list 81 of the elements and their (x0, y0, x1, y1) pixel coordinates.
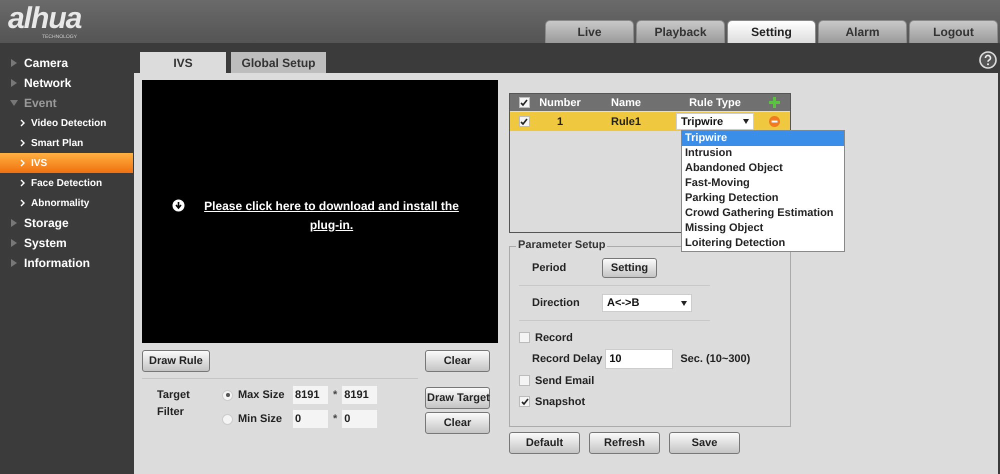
times-sign: * (333, 389, 338, 401)
download-icon (172, 199, 185, 212)
chevron-icon (20, 179, 26, 187)
column-header: Rule Type (688, 96, 742, 108)
period-label: Period (531, 262, 568, 274)
checkbox[interactable] (518, 97, 530, 108)
target-button[interactable]: Draw Target (425, 387, 490, 409)
record-delay-label: Record Delay (531, 353, 602, 365)
table-cell-text: Rule1 (610, 116, 642, 128)
option-label: Min Size (238, 413, 284, 425)
collapsed-triangle-icon (10, 239, 18, 247)
sidebar-subitem[interactable]: Face Detection (0, 173, 133, 193)
record-label: Record (535, 332, 573, 344)
sidebar-item[interactable]: Event (0, 93, 134, 113)
footer-button[interactable]: Default (509, 432, 580, 454)
direction-dropdown[interactable]: A<->B (602, 294, 692, 312)
nav-tab[interactable]: Setting (727, 20, 816, 43)
chevron-icon (20, 119, 26, 127)
collapsed-triangle-icon (10, 259, 18, 267)
help-icon[interactable] (979, 51, 997, 69)
rule-type-dropdown[interactable]: Tripwire (676, 113, 754, 130)
dropdown-option[interactable]: Crowd Gathering Estimation (682, 206, 844, 221)
sidebar-subitem[interactable]: Smart Plan (0, 133, 133, 153)
nav-tab[interactable]: Live (545, 20, 634, 43)
width-field[interactable]: 8191 (293, 386, 328, 404)
tab[interactable]: Global Setup (231, 52, 326, 73)
nav-tab[interactable]: Logout (909, 20, 998, 43)
sidebar-item[interactable]: Network (0, 73, 134, 93)
snapshot-label: Snapshot (535, 396, 586, 408)
checkbox[interactable] (518, 116, 530, 127)
footer-button[interactable]: Refresh (589, 432, 660, 454)
chevron-icon (20, 139, 26, 147)
collapsed-triangle-icon (10, 79, 18, 87)
sidebar-item[interactable]: Camera (0, 53, 134, 73)
sidebar-subitem[interactable]: Video Detection (0, 113, 133, 133)
caret-icon (743, 119, 749, 124)
checkbox[interactable] (519, 396, 530, 407)
target-filter-label: Target Filter (157, 388, 191, 420)
sidebar-subitem[interactable]: Abnormality (0, 193, 133, 213)
dropdown-option[interactable]: Intrusion (682, 146, 844, 161)
direction-label: Direction (531, 297, 581, 309)
expanded-triangle-icon (10, 99, 18, 107)
table-cell-text: 1 (556, 116, 564, 128)
collapsed-triangle-icon (10, 219, 18, 227)
option-label: Max Size (238, 389, 286, 401)
clear-button[interactable]: Clear (425, 350, 490, 372)
footer-button[interactable]: Save (669, 432, 740, 454)
checkbox[interactable] (519, 375, 530, 386)
remove-icon[interactable] (768, 116, 780, 127)
chevron-icon (20, 159, 26, 167)
setting-button[interactable]: Setting (602, 258, 657, 278)
dropdown-option[interactable]: Missing Object (682, 221, 844, 236)
times-sign: * (333, 413, 338, 425)
send-email-label: Send Email (535, 374, 594, 386)
plugin-download-link[interactable]: Please click here to download and install the plug-in. (195, 196, 468, 234)
height-field[interactable]: 8191 (342, 386, 378, 404)
draw-rule-button[interactable]: Draw Rule (142, 350, 210, 372)
height-field[interactable]: 0 (342, 410, 378, 428)
range-hint: Sec. (10~300) (680, 353, 750, 365)
dropdown-option[interactable]: Loitering Detection (682, 236, 844, 251)
collapsed-triangle-icon (10, 59, 18, 67)
dropdown-option[interactable]: Parking Detection (682, 191, 844, 206)
nav-tab[interactable]: Playback (636, 20, 725, 43)
chevron-icon (20, 199, 26, 207)
record-delay-field[interactable]: 10 (605, 349, 674, 369)
column-header: Number (538, 96, 582, 108)
column-header: Name (610, 96, 642, 108)
caret-icon (681, 300, 687, 306)
dropdown-option[interactable]: Fast-Moving (682, 176, 844, 191)
sidebar-item[interactable]: Information (0, 253, 134, 273)
checkbox[interactable] (519, 332, 530, 343)
radio-button[interactable] (222, 390, 233, 400)
sidebar-item[interactable]: System (0, 233, 134, 253)
tab[interactable]: IVS (140, 52, 226, 73)
target-button[interactable]: Clear (425, 412, 490, 434)
sidebar-item[interactable]: Storage (0, 213, 134, 233)
dropdown-option[interactable]: Abandoned Object (682, 161, 844, 176)
radio-button[interactable] (222, 414, 233, 424)
width-field[interactable]: 0 (293, 410, 328, 428)
nav-tab[interactable]: Alarm (818, 20, 907, 43)
panel-title: Parameter Setup (516, 239, 608, 251)
